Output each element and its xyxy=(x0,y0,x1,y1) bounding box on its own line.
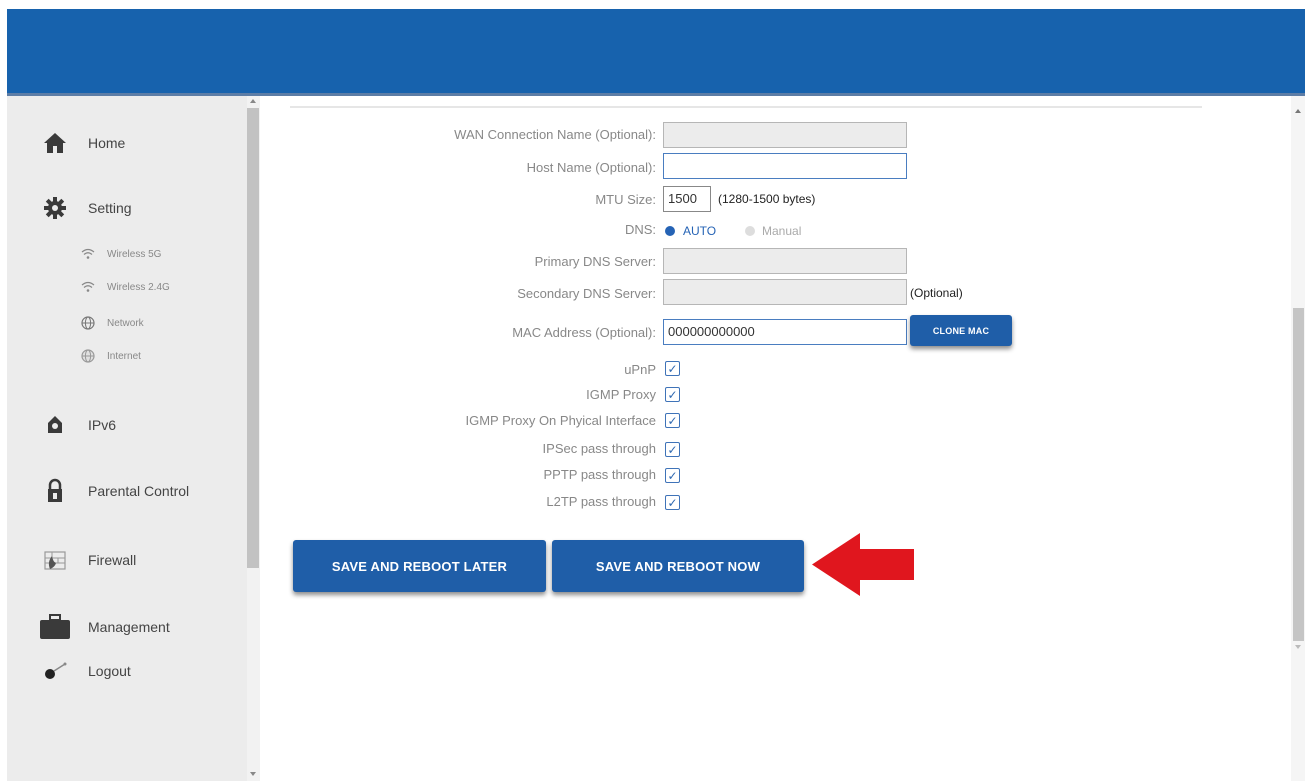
sidebar-item-label: Logout xyxy=(88,663,131,679)
l2tp-label: L2TP pass through xyxy=(546,494,656,509)
sidebar-item-label: Management xyxy=(88,619,170,635)
scroll-down-arrow-icon[interactable] xyxy=(1295,645,1301,649)
ipsec-checkbox[interactable]: ✓ xyxy=(665,442,680,457)
red-arrow-icon xyxy=(812,533,914,596)
dns-manual-radio[interactable] xyxy=(745,226,755,236)
scroll-up-arrow-icon[interactable] xyxy=(250,99,256,103)
mac-label: MAC Address (Optional): xyxy=(512,325,656,340)
dns-label: DNS: xyxy=(624,222,656,237)
sidebar-subitem-wireless-24g[interactable]: Wireless 2.4G xyxy=(7,280,170,294)
wifi-icon xyxy=(81,247,95,261)
sidebar-item-management[interactable]: Management xyxy=(7,614,170,640)
sidebar-subitem-network[interactable]: Network xyxy=(7,316,144,330)
sidebar-item-label: IPv6 xyxy=(88,417,117,433)
scroll-up-arrow-icon[interactable] xyxy=(1295,109,1301,113)
globe-icon xyxy=(81,349,95,363)
igmp-proxy-label: IGMP Proxy xyxy=(586,387,656,402)
sidebar-subitem-internet[interactable]: Internet xyxy=(7,349,141,363)
dns-auto-radio[interactable] xyxy=(665,226,675,236)
sidebar-subitem-wireless-5g[interactable]: Wireless 5G xyxy=(7,247,161,261)
content-divider xyxy=(290,106,1202,108)
save-reboot-later-button[interactable]: SAVE AND REBOOT LATER xyxy=(293,540,546,592)
clone-mac-button[interactable]: CLONE MAC xyxy=(910,315,1012,346)
sidebar-scrollbar[interactable] xyxy=(247,96,260,781)
briefcase-icon xyxy=(37,614,73,640)
secondary-dns-field[interactable] xyxy=(663,279,907,305)
mtu-label: MTU Size: xyxy=(595,192,656,207)
upnp-label: uPnP xyxy=(624,362,656,377)
dns-manual-label: Manual xyxy=(762,224,802,238)
primary-dns-label: Primary DNS Server: xyxy=(534,254,656,269)
pptp-label: PPTP pass through xyxy=(543,467,657,482)
scroll-down-arrow-icon[interactable] xyxy=(250,772,256,776)
mtu-hint: (1280-1500 bytes) xyxy=(718,192,816,206)
sidebar-scroll-thumb[interactable] xyxy=(247,108,259,568)
pptp-checkbox[interactable]: ✓ xyxy=(665,468,680,483)
globe-icon xyxy=(81,316,95,330)
upnp-checkbox[interactable]: ✓ xyxy=(665,361,680,376)
dns-auto-label: AUTO xyxy=(683,224,717,238)
firewall-icon xyxy=(42,547,68,573)
sidebar-item-label: Setting xyxy=(88,200,132,216)
gear-icon xyxy=(42,195,68,221)
sidebar-item-parental-control[interactable]: Parental Control xyxy=(7,478,189,504)
sidebar: Home Setting Wireless 5G Wireless 2.4G N… xyxy=(7,96,247,781)
sidebar-item-label: Home xyxy=(88,135,126,151)
l2tp-checkbox[interactable]: ✓ xyxy=(665,495,680,510)
save-reboot-now-button[interactable]: SAVE AND REBOOT NOW xyxy=(552,540,804,592)
sidebar-item-logout[interactable]: Logout xyxy=(7,658,131,684)
wan-name-field[interactable] xyxy=(663,122,907,148)
lock-icon xyxy=(42,478,68,504)
sidebar-item-setting[interactable]: Setting xyxy=(7,195,132,221)
mac-field[interactable]: 000000000000 xyxy=(663,319,907,345)
sidebar-item-home[interactable]: Home xyxy=(7,130,125,156)
host-name-field[interactable] xyxy=(663,153,907,179)
igmp-phy-checkbox[interactable]: ✓ xyxy=(665,413,680,428)
host-name-label: Host Name (Optional): xyxy=(526,160,656,175)
sidebar-item-label: Parental Control xyxy=(88,483,190,499)
primary-dns-field[interactable] xyxy=(663,248,907,274)
secondary-dns-label: Secondary DNS Server: xyxy=(517,286,656,301)
sidebar-subitem-label: Wireless 2.4G xyxy=(107,281,170,293)
sidebar-item-ipv6[interactable]: IPv6 xyxy=(7,412,116,438)
home-icon xyxy=(42,130,68,156)
ipv6-icon xyxy=(42,412,68,438)
ipsec-label: IPSec pass through xyxy=(542,441,656,456)
main-scroll-thumb[interactable] xyxy=(1293,308,1304,641)
wifi-icon xyxy=(81,280,95,294)
main-scrollbar[interactable] xyxy=(1291,96,1305,781)
sidebar-subitem-label: Internet xyxy=(107,350,141,362)
header-bar xyxy=(7,9,1305,96)
secondary-dns-hint: (Optional) xyxy=(910,286,963,300)
logout-icon xyxy=(42,658,68,684)
wan-name-label: WAN Connection Name (Optional): xyxy=(454,127,656,142)
sidebar-item-label: Firewall xyxy=(88,552,137,568)
igmp-proxy-checkbox[interactable]: ✓ xyxy=(665,387,680,402)
mtu-field[interactable]: 1500 xyxy=(663,186,711,212)
sidebar-subitem-label: Network xyxy=(107,317,144,329)
igmp-phy-label: IGMP Proxy On Phyical Interface xyxy=(465,413,657,428)
sidebar-subitem-label: Wireless 5G xyxy=(107,248,162,260)
sidebar-item-firewall[interactable]: Firewall xyxy=(7,547,136,573)
